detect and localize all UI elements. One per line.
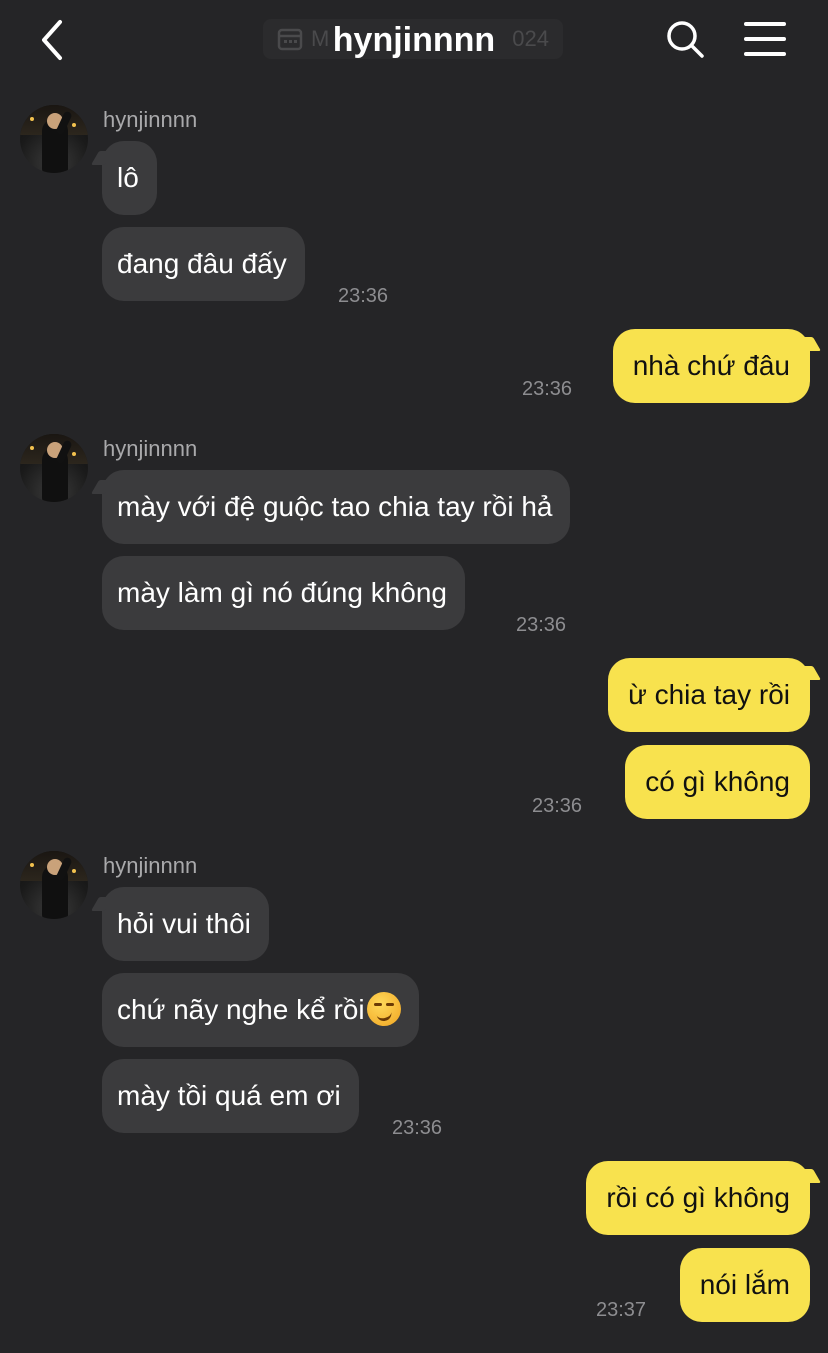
message-time: 23:36 (392, 1117, 443, 1139)
date-text-right: 024 (512, 26, 549, 51)
avatar[interactable] (20, 851, 88, 919)
message-bubble-outgoing[interactable]: rồi có gì không (586, 1161, 810, 1235)
message-bubble-incoming[interactable]: đang đâu đấy (102, 227, 305, 301)
message-time: 23:36 (338, 285, 389, 307)
hamburger-menu-icon (744, 22, 786, 56)
menu-button[interactable] (742, 20, 788, 58)
date-text-left: M (311, 26, 330, 51)
sender-name: hynjinnnn (103, 107, 198, 132)
message-bubble-incoming[interactable]: chứ nãy nghe kể rồi (102, 973, 419, 1047)
calendar-icon (277, 28, 303, 51)
message-bubble-incoming[interactable]: mày tồi quá em ơi (102, 1059, 359, 1133)
back-button[interactable] (34, 18, 74, 62)
avatar[interactable] (20, 434, 88, 502)
chat-header: M 024 hynjinnnn (0, 0, 828, 80)
message-time: 23:36 (522, 378, 573, 400)
smirking-face-emoji-icon (366, 991, 401, 1026)
avatar[interactable] (20, 105, 88, 173)
date-pill[interactable]: M 024 (263, 19, 563, 59)
message-time: 23:36 (532, 795, 583, 817)
message-time: 23:37 (596, 1299, 647, 1321)
message-bubble-incoming[interactable]: mày với đệ guộc tao chia tay rồi hả (102, 470, 571, 544)
message-text: chứ nãy nghe kể rồi (117, 994, 365, 1025)
search-button[interactable] (664, 18, 706, 60)
message-bubble-outgoing[interactable]: nhà chứ đâu (612, 329, 810, 403)
sender-name: hynjinnnn (103, 436, 198, 461)
message-bubble-outgoing[interactable]: ừ chia tay rồi (608, 658, 810, 732)
message-bubble-incoming[interactable]: hỏi vui thôi (102, 887, 269, 961)
message-time: 23:36 (516, 614, 567, 636)
message-bubble-incoming[interactable]: lô (102, 141, 157, 215)
message-bubble-outgoing[interactable]: có gì không (625, 745, 810, 819)
sender-name: hynjinnnn (103, 853, 198, 878)
search-icon (667, 21, 704, 58)
message-bubble-outgoing[interactable]: nói lắm (679, 1248, 810, 1322)
message-bubble-incoming[interactable]: mày làm gì nó đúng không (102, 556, 465, 630)
chevron-left-icon (42, 20, 62, 60)
